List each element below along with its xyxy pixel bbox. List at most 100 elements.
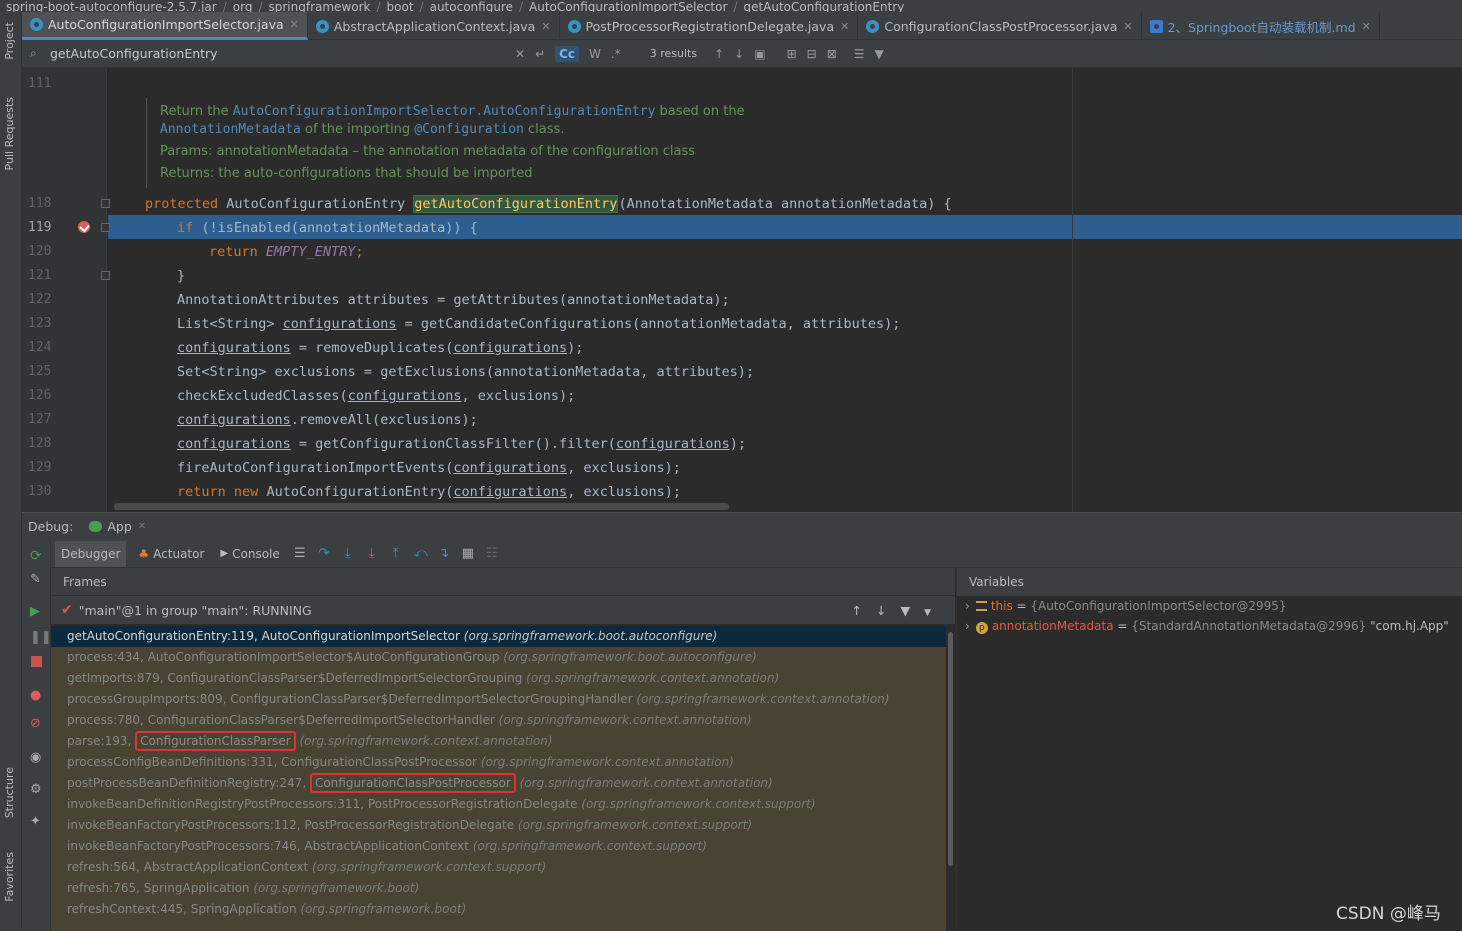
step-into-icon[interactable]: ⤓: [342, 547, 354, 560]
line-number: 129: [28, 460, 52, 475]
next-occurrence-icon[interactable]: ↓: [734, 47, 744, 61]
filter-icon[interactable]: ▼: [900, 603, 924, 618]
whole-word-toggle[interactable]: W: [589, 47, 601, 61]
run-to-cursor-icon[interactable]: ↴: [438, 547, 450, 560]
code-line-126: checkExcludedClasses(configurations, exc…: [177, 388, 576, 404]
expand-icon[interactable]: ›: [965, 619, 970, 633]
remove-occurrence-icon[interactable]: ⊟: [807, 47, 817, 61]
force-step-into-icon[interactable]: ⤓: [366, 547, 378, 560]
stack-frame[interactable]: process:780, ConfigurationClassParser$De…: [51, 710, 946, 731]
gear-icon[interactable]: ⚙: [30, 782, 44, 797]
variables-header: Variables: [957, 568, 1462, 596]
tab-debugger[interactable]: Debugger: [55, 540, 127, 567]
favorites-tool-tab[interactable]: Favorites: [3, 852, 16, 902]
close-icon[interactable]: ✕: [541, 20, 550, 33]
structure-tool-tab[interactable]: Structure: [3, 767, 16, 818]
breadcrumb-item[interactable]: autoconfigure: [424, 0, 519, 12]
javadoc-line: Return the AutoConfigurationImportSelect…: [160, 104, 745, 119]
variable-row[interactable]: › p annotationMetadata = {StandardAnnotati…: [957, 616, 1462, 636]
close-icon[interactable]: ✕: [138, 521, 146, 532]
stack-frame[interactable]: postProcessBeanDefinitionRegistry:247, C…: [51, 773, 946, 794]
fold-marker-icon[interactable]: [101, 223, 110, 232]
variable-row[interactable]: › this = {AutoConfigurationImportSelector…: [957, 596, 1462, 616]
line-number: 128: [28, 436, 52, 451]
code-line-124: configurations = removeDuplicates(config…: [177, 340, 584, 356]
breadcrumb-item[interactable]: spring-boot-autoconfigure-2.5.7.jar: [0, 0, 223, 12]
frames-scrollbar[interactable]: [946, 626, 955, 931]
breadcrumb-item[interactable]: getAutoConfigurationEntry: [737, 0, 910, 12]
stack-frame[interactable]: parse:193, ConfigurationClassParser (org…: [51, 731, 946, 752]
wrench-icon[interactable]: ✎: [30, 572, 44, 587]
down-arrow-icon[interactable]: ↓: [876, 603, 900, 618]
tab-abstractapplicationcontext[interactable]: AbstractApplicationContext.java ✕: [308, 12, 560, 40]
stack-frame[interactable]: refresh:765, SpringApplication (org.spri…: [51, 878, 946, 899]
frame-controls[interactable]: ↑↓▼▼: [851, 603, 945, 618]
search-input[interactable]: getAutoConfigurationEntry: [50, 46, 510, 61]
code-editor[interactable]: 111 118 119 120 121 122 123 124 125 126 …: [22, 68, 1462, 512]
tab-actuator[interactable]: ♣ Actuator: [138, 547, 204, 561]
close-icon[interactable]: ✕: [290, 18, 299, 31]
stack-frame[interactable]: refreshContext:445, SpringApplication (o…: [51, 899, 946, 920]
stack-frame[interactable]: process:434, AutoConfigurationImportSele…: [51, 647, 946, 668]
fold-marker-icon[interactable]: [101, 199, 110, 208]
breadcrumb-item[interactable]: org: [227, 0, 259, 12]
tab-autoconfigurationimportselector[interactable]: AutoConfigurationImportSelector.java ✕: [22, 12, 308, 40]
debug-side-toolbar: ⟳ ✎ ▶ ❚❚ ● ⊘ ◉ ⚙ ✦: [22, 540, 52, 931]
match-case-toggle[interactable]: Cc: [555, 45, 580, 62]
tab-markdown-file[interactable]: 2、Springboot自动装载机制.md ✕: [1142, 12, 1380, 40]
line-number: 118: [28, 196, 52, 211]
pull-requests-tool-tab[interactable]: Pull Requests: [3, 97, 16, 170]
thread-selector[interactable]: ✔ "main"@1 in group "main": RUNNING ↑↓▼▼: [51, 596, 955, 624]
breadcrumb-item[interactable]: springframework: [263, 0, 377, 12]
up-arrow-icon[interactable]: ↑: [851, 603, 875, 618]
close-icon[interactable]: ✕: [1362, 20, 1371, 33]
clear-search-icon[interactable]: ✕: [515, 47, 525, 61]
regex-toggle[interactable]: .*: [611, 47, 621, 61]
expand-icon[interactable]: ›: [965, 599, 970, 613]
stack-frame[interactable]: getAutoConfigurationEntry:119, AutoConfi…: [51, 626, 946, 647]
mute-breakpoints-icon[interactable]: ⊘: [30, 716, 44, 731]
stack-frame[interactable]: invokeBeanFactoryPostProcessors:746, Abs…: [51, 836, 946, 857]
pin-icon[interactable]: ✦: [30, 814, 44, 829]
add-occurrence-icon[interactable]: ⊞: [787, 47, 797, 61]
stack-frame[interactable]: processGroupImports:809, ConfigurationCl…: [51, 689, 946, 710]
fold-marker-icon[interactable]: [101, 271, 110, 280]
history-icon[interactable]: ↵: [535, 47, 545, 61]
javadoc-returns: Returns: the auto-configurations that sh…: [160, 166, 533, 181]
tab-console[interactable]: ▶ Console: [220, 547, 279, 561]
step-out-icon[interactable]: ⤒: [390, 547, 402, 560]
tab-configurationclasspostprocessor[interactable]: ConfigurationClassPostProcessor.java ✕: [858, 12, 1142, 40]
resume-icon[interactable]: ▶: [30, 604, 44, 619]
horizontal-scrollbar[interactable]: [114, 503, 729, 510]
close-icon[interactable]: ✕: [840, 20, 849, 33]
stack-frame[interactable]: refresh:564, AbstractApplicationContext …: [51, 857, 946, 878]
select-all-icon[interactable]: ⊠: [827, 47, 837, 61]
breakpoint-icon[interactable]: [78, 221, 90, 233]
stop-icon[interactable]: [31, 656, 42, 667]
checkmark-icon: ✔: [61, 602, 73, 618]
camera-icon[interactable]: ◉: [30, 750, 44, 765]
filter-icon[interactable]: ▼: [875, 47, 884, 61]
debug-session-tab[interactable]: App ✕: [89, 519, 146, 534]
stack-frame[interactable]: invokeBeanFactoryPostProcessors:112, Pos…: [51, 815, 946, 836]
rerun-icon[interactable]: ⟳: [30, 548, 44, 564]
stack-frame[interactable]: getImports:879, ConfigurationClassParser…: [51, 668, 946, 689]
step-over-icon[interactable]: ↷: [318, 547, 330, 560]
evaluate-expression-icon[interactable]: ▦: [462, 547, 474, 560]
pause-icon[interactable]: ❚❚: [30, 630, 52, 645]
project-tool-tab[interactable]: Project: [3, 22, 16, 60]
select-all-occurrences-icon[interactable]: ▣: [754, 47, 765, 61]
breadcrumb-item[interactable]: AutoConfigurationImportSelector: [523, 0, 733, 12]
stack-frame[interactable]: processConfigBeanDefinitions:331, Config…: [51, 752, 946, 773]
menu-icon[interactable]: ☰: [294, 547, 306, 560]
trace-icon[interactable]: ☷: [486, 547, 498, 560]
dropdown-icon[interactable]: ▼: [924, 608, 945, 618]
filter-options-icon[interactable]: ☰: [854, 47, 865, 61]
previous-occurrence-icon[interactable]: ↑: [714, 47, 724, 61]
tab-postprocessorregistrationdelegate[interactable]: PostProcessorRegistrationDelegate.java ✕: [560, 12, 859, 40]
breadcrumb-item[interactable]: boot: [381, 0, 420, 12]
drop-frame-icon[interactable]: ⤺: [414, 547, 428, 560]
view-breakpoints-icon[interactable]: ●: [30, 688, 44, 703]
close-icon[interactable]: ✕: [1123, 20, 1132, 33]
stack-frame[interactable]: invokeBeanDefinitionRegistryPostProcesso…: [51, 794, 946, 815]
